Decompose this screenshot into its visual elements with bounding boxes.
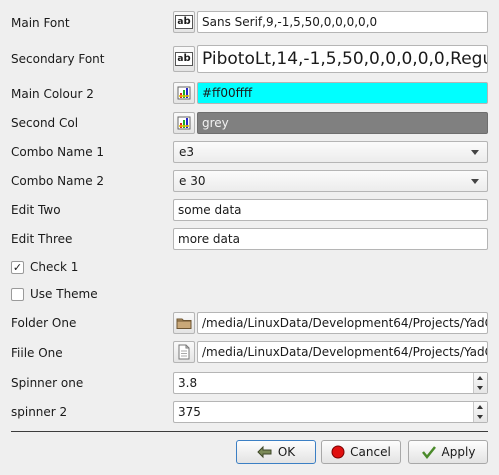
spinner-one-stepper[interactable] [473, 373, 487, 393]
main-font-label: Main Font [11, 16, 70, 30]
main-colour-2-label: Main Colour 2 [11, 87, 94, 101]
cancel-button-label: Cancel [350, 445, 391, 459]
secondary-font-label: Secondary Font [11, 52, 105, 66]
color-chooser-icon [177, 116, 191, 130]
spinner-2-input[interactable]: 375 [173, 401, 488, 423]
arrow-down-icon[interactable] [477, 415, 483, 419]
arrow-down-icon[interactable] [477, 386, 483, 390]
button-separator [11, 431, 488, 432]
folder-one-label: Folder One [11, 316, 77, 330]
arrow-up-icon[interactable] [477, 376, 483, 380]
font-chooser-icon: ab [175, 15, 193, 29]
secondary-font-button[interactable]: ab [173, 46, 195, 72]
folder-one-field[interactable]: /media/LinuxData/Development64/Projects/… [197, 312, 488, 334]
combo-name-2-value: e 30 [179, 174, 206, 188]
second-col-field[interactable]: grey [197, 112, 488, 134]
apply-button[interactable]: Apply [408, 440, 488, 464]
edit-two-input[interactable]: some data [173, 199, 488, 221]
font-chooser-icon: ab [175, 52, 193, 66]
spinner-one-label: Spinner one [11, 376, 84, 390]
apply-button-label: Apply [441, 445, 476, 459]
edit-three-label: Edit Three [11, 232, 73, 246]
chevron-down-icon [471, 150, 479, 155]
second-col-button[interactable] [173, 112, 195, 134]
edit-three-input[interactable]: more data [173, 228, 488, 250]
spinner-one-value: 3.8 [178, 376, 198, 390]
combo-name-1-select[interactable]: e3 [173, 141, 488, 163]
file-one-button[interactable] [173, 341, 195, 363]
checkmark-icon [421, 446, 436, 459]
use-theme-label[interactable]: Use Theme [30, 287, 98, 301]
cancel-button[interactable]: Cancel [321, 440, 401, 464]
main-font-field[interactable]: Sans Serif,9,-1,5,50,0,0,0,0,0 [197, 11, 488, 33]
secondary-font-field[interactable]: PibotoLt,14,-1,5,50,0,0,0,0,0,Regular [197, 45, 488, 73]
second-col-label: Second Col [11, 116, 79, 130]
folder-one-button[interactable] [173, 312, 195, 334]
ok-button-label: OK [277, 445, 296, 459]
file-icon [178, 344, 190, 360]
use-theme-checkbox[interactable] [11, 288, 24, 301]
spinner-2-value: 375 [178, 405, 201, 419]
chevron-down-icon [471, 179, 479, 184]
main-font-button[interactable]: ab [173, 11, 195, 33]
spinner-2-label: spinner 2 [11, 405, 68, 419]
spinner-2-stepper[interactable] [473, 402, 487, 422]
ok-hand-icon [257, 445, 272, 459]
arrow-up-icon[interactable] [477, 405, 483, 409]
file-one-label: Fiile One [11, 346, 63, 360]
edit-two-label: Edit Two [11, 203, 61, 217]
combo-name-2-select[interactable]: e 30 [173, 170, 488, 192]
combo-name-2-label: Combo Name 2 [11, 174, 105, 188]
main-colour-2-field[interactable]: #ff00ffff [197, 82, 488, 104]
file-one-field[interactable]: /media/LinuxData/Development64/Projects/… [197, 341, 488, 363]
checkmark-icon: ✓ [12, 261, 23, 274]
combo-name-1-label: Combo Name 1 [11, 145, 105, 159]
combo-name-1-value: e3 [179, 145, 195, 159]
check-1-label[interactable]: Check 1 [30, 260, 78, 274]
spinner-one-input[interactable]: 3.8 [173, 372, 488, 394]
color-chooser-icon [177, 86, 191, 100]
check-1-checkbox[interactable]: ✓ [11, 261, 24, 274]
ok-button[interactable]: OK [236, 440, 316, 464]
main-colour-2-button[interactable] [173, 82, 195, 104]
folder-icon [176, 318, 192, 329]
cancel-red-circle-icon [331, 445, 345, 459]
